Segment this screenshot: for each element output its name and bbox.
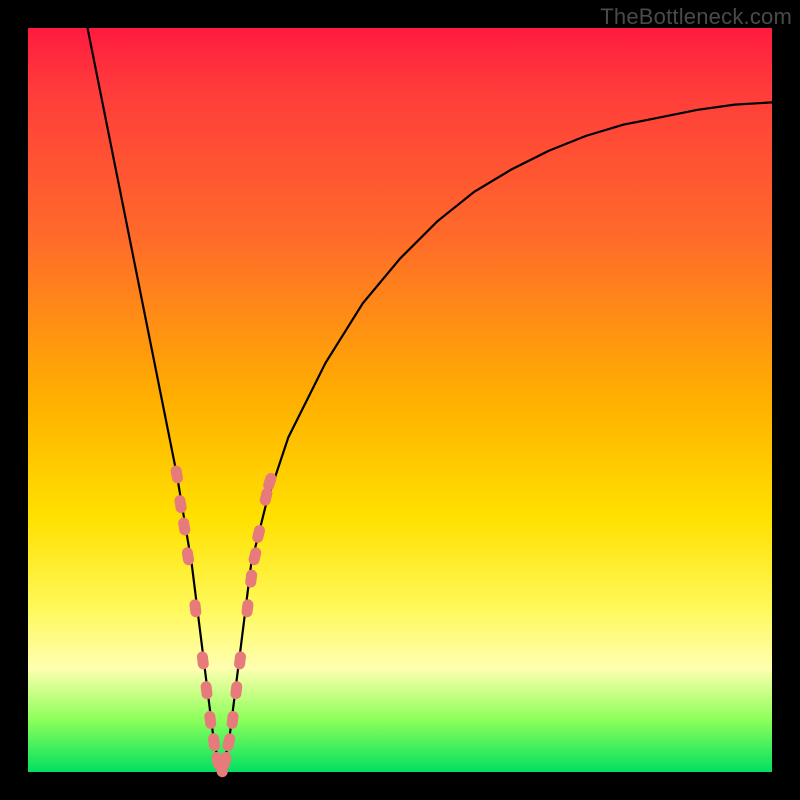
data-point: [233, 651, 246, 670]
watermark-text: TheBottleneck.com: [600, 4, 792, 30]
chart-frame: TheBottleneck.com: [0, 0, 800, 800]
data-point: [181, 546, 195, 566]
data-point: [189, 599, 202, 618]
data-point: [241, 599, 254, 618]
data-point: [200, 681, 213, 700]
data-point: [251, 524, 266, 544]
data-point: [204, 710, 217, 729]
data-point: [196, 651, 209, 670]
data-point: [245, 569, 258, 588]
bottleneck-curve: [88, 28, 772, 772]
data-point: [170, 464, 184, 484]
data-point: [174, 494, 188, 514]
data-point: [177, 517, 191, 537]
data-point: [207, 733, 220, 752]
data-point: [221, 732, 236, 752]
data-point: [230, 681, 243, 700]
chart-svg: [28, 28, 772, 772]
data-point: [226, 710, 239, 729]
plot-area: [28, 28, 772, 772]
data-point-markers: [170, 464, 278, 778]
data-point: [247, 546, 262, 566]
